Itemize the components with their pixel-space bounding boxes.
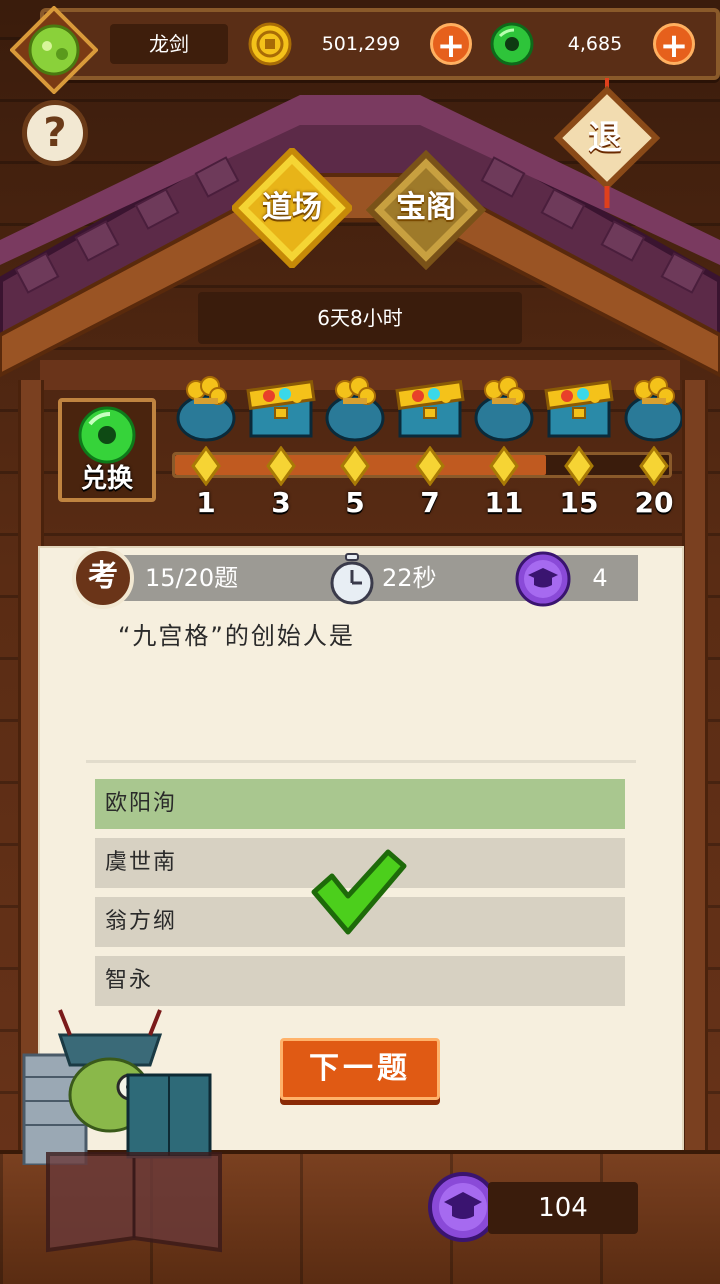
treasure-chest-icon[interactable] xyxy=(543,372,615,444)
player-avatar-icon[interactable] xyxy=(10,6,98,94)
add-jade-button[interactable]: + xyxy=(653,23,695,66)
milestone-number: 3 xyxy=(271,486,291,519)
coin-bag-icon[interactable] xyxy=(319,372,391,444)
milestone-number: 11 xyxy=(484,486,524,519)
right-pillar xyxy=(682,380,708,1170)
gold-coin-icon xyxy=(248,22,292,66)
jewel-chest-icon[interactable] xyxy=(394,372,466,444)
milestone-marker-icon xyxy=(266,446,296,486)
tab-treasure[interactable]: 宝阁 xyxy=(366,148,486,268)
help-button[interactable]: ? xyxy=(22,100,88,166)
milestone-number: 15 xyxy=(559,486,599,519)
question-text: “九宫格”的创始人是 xyxy=(118,622,355,650)
milestone-marker-icon xyxy=(340,446,370,486)
milestone-marker-icon xyxy=(639,446,669,486)
coin-bag-icon[interactable] xyxy=(170,372,242,444)
exam-icon: 考 xyxy=(72,547,134,609)
milestone-number: 5 xyxy=(345,486,365,519)
answer-option[interactable]: 智永 xyxy=(95,956,625,1006)
add-coins-button[interactable]: + xyxy=(430,23,472,66)
book-menu-icon[interactable] xyxy=(42,1150,226,1260)
jade-icon xyxy=(490,22,534,66)
exchange-label: 兑换 xyxy=(80,464,133,494)
answer-option[interactable]: 欧阳洵 xyxy=(95,779,625,829)
time-remaining: 22秒 xyxy=(382,564,437,592)
player-name: 龙剑 xyxy=(110,24,228,64)
correct-checkmark-icon xyxy=(311,849,407,935)
next-question-button[interactable]: 下一题 xyxy=(280,1038,440,1100)
season-timer: 6天8小时 xyxy=(198,292,522,344)
question-progress: 15/20题 xyxy=(145,564,239,592)
gem-box-icon[interactable] xyxy=(245,372,317,444)
graduation-cap-icon xyxy=(515,551,571,607)
milestone-marker-icon xyxy=(415,446,445,486)
milestone-marker-icon xyxy=(564,446,594,486)
milestone-number: 1 xyxy=(196,486,216,519)
cap-count: 4 xyxy=(592,564,608,592)
coin-balance: 501,299 xyxy=(321,33,401,55)
coin-bag-icon[interactable] xyxy=(618,372,690,444)
exit-button[interactable]: 退 xyxy=(555,88,655,188)
milestone-number: 7 xyxy=(420,486,440,519)
milestone-marker-icon xyxy=(489,446,519,486)
coin-bag-icon[interactable] xyxy=(468,372,540,444)
milestone-marker-icon xyxy=(191,446,221,486)
cap-total: 104 xyxy=(488,1182,638,1234)
scholar-mascot xyxy=(22,1009,212,1165)
question-divider xyxy=(86,760,636,763)
jade-exchange-icon xyxy=(78,406,136,464)
tab-dojo[interactable]: 道场 xyxy=(232,148,352,268)
jade-balance: 4,685 xyxy=(567,33,623,55)
milestone-number: 20 xyxy=(634,486,674,519)
stopwatch-icon xyxy=(330,553,374,605)
